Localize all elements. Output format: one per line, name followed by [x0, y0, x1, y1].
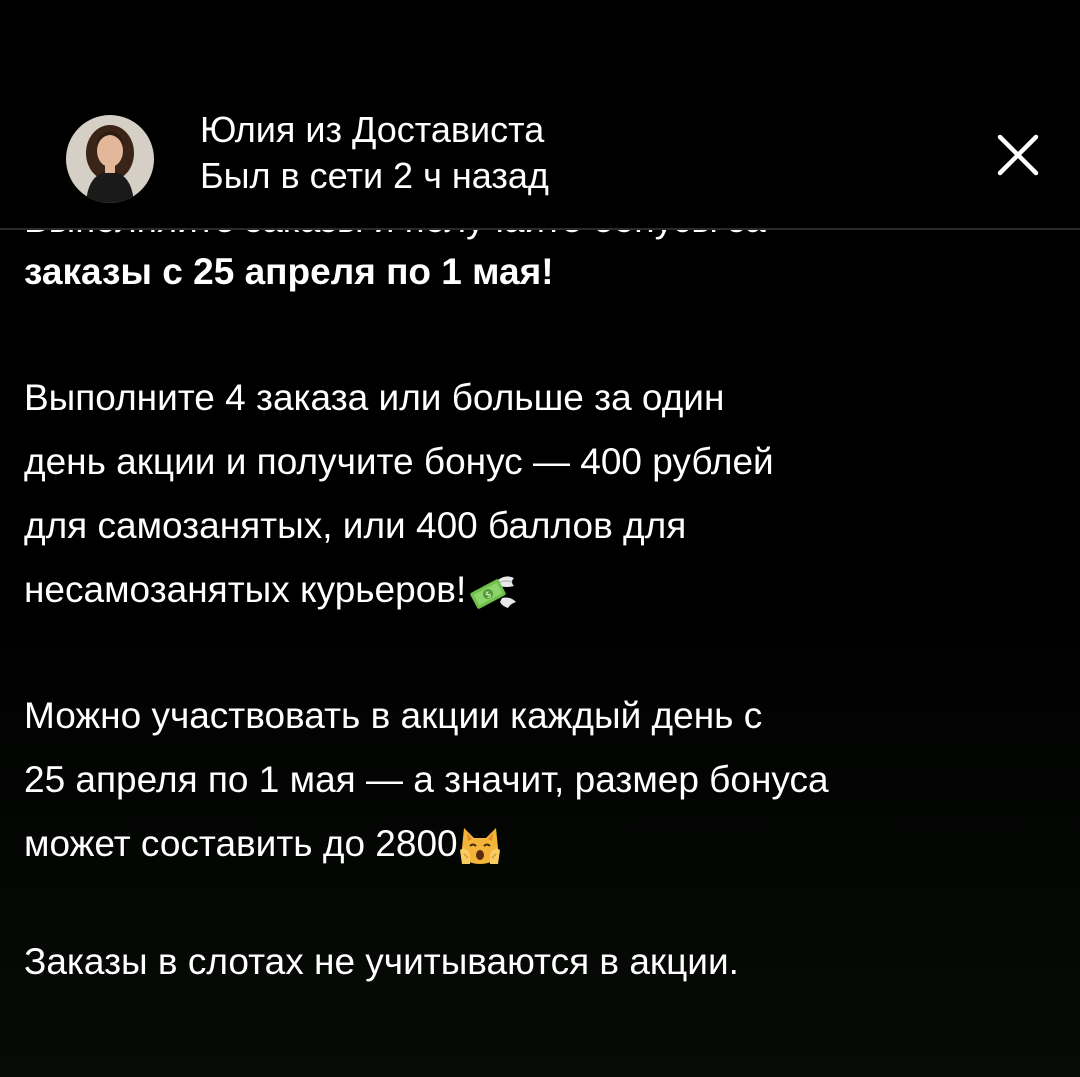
money-with-wings-emoji-icon: $: [470, 572, 517, 612]
message-line: день акции и получите бонус — 400 рублей: [24, 441, 774, 482]
contact-name[interactable]: Юлия из Достависта: [200, 108, 544, 152]
last-seen-status: Был в сети 2 ч назад: [200, 155, 549, 196]
message-line-with-emoji: может составить до 2800: [24, 812, 502, 876]
message-line-with-emoji: несамозанятых курьеров! $: [24, 558, 517, 622]
close-button[interactable]: [990, 127, 1046, 183]
message-line: для самозанятых, или 400 баллов для: [24, 505, 687, 546]
close-icon: [997, 134, 1039, 176]
message-line: 25 апреля по 1 мая — а значит, размер бо…: [24, 759, 829, 800]
chat-header: Юлия из Достависта Был в сети 2 ч назад: [0, 0, 1080, 230]
message-line: Заказы в слотах не учитываются в акции.: [24, 941, 739, 982]
weary-cat-emoji-icon: [458, 824, 502, 868]
avatar[interactable]: [66, 115, 154, 203]
message-line: Выполните 4 заказа или больше за один: [24, 377, 725, 418]
message-line-text: может составить до 2800: [24, 823, 458, 864]
message-line: Можно участвовать в акции каждый день с: [24, 695, 763, 736]
message-line-text: несамозанятых курьеров!: [24, 569, 467, 610]
